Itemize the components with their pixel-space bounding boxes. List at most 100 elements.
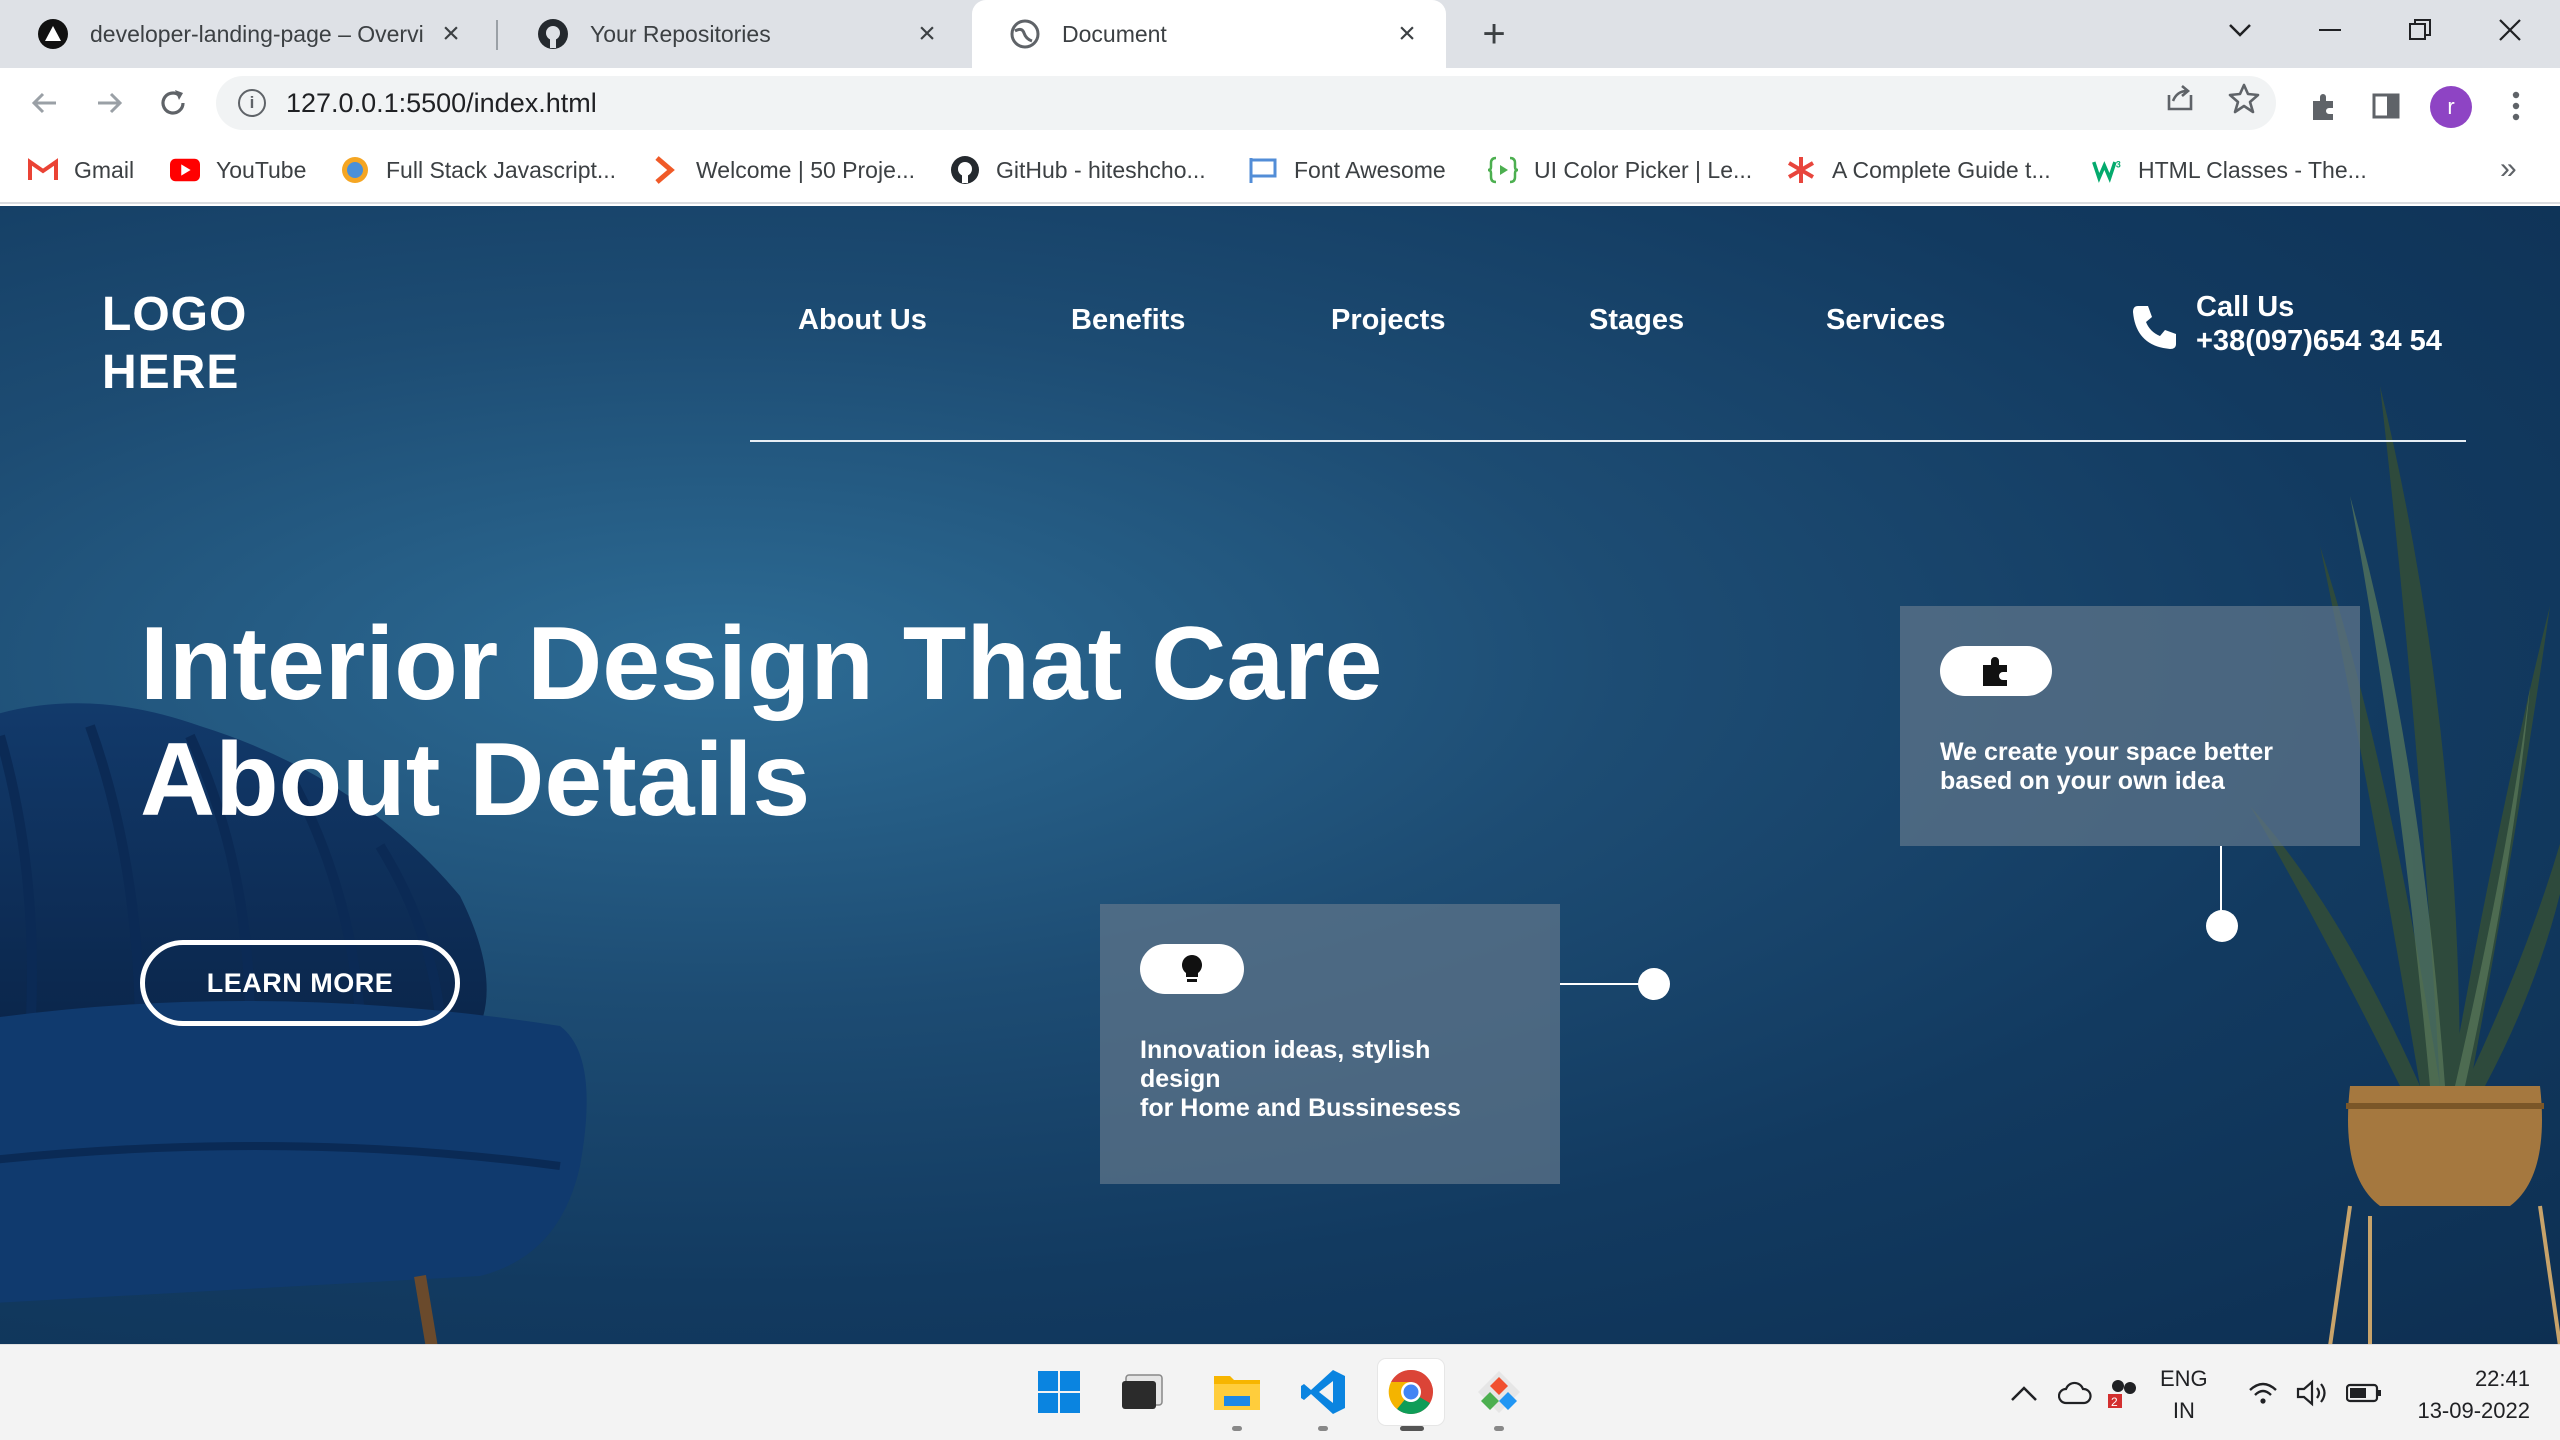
battery-icon[interactable] xyxy=(2346,1371,2382,1415)
call-us-block[interactable]: Call Us +38(097)654 34 54 xyxy=(2130,290,2442,358)
puzzle-icon-pill xyxy=(1940,646,2052,696)
bookmark-html-classes[interactable]: 3 HTML Classes - The... xyxy=(2092,150,2367,190)
site-info-icon[interactable]: i xyxy=(238,89,266,117)
share-icon[interactable] xyxy=(2162,80,2198,116)
hero-title: Interior Design That Care About Details xyxy=(140,606,1540,838)
logo-line-2: HERE xyxy=(102,346,240,399)
running-indicator xyxy=(1494,1426,1504,1431)
github-icon xyxy=(536,17,570,51)
bookmark-youtube[interactable]: YouTube xyxy=(170,150,306,190)
page-viewport: LOGO HERE About Us Benefits Projects Sta… xyxy=(0,206,2560,1344)
profile-avatar[interactable]: r xyxy=(2430,86,2472,128)
onedrive-icon[interactable] xyxy=(2058,1371,2092,1415)
bookmark-label: A Complete Guide t... xyxy=(1832,156,2051,183)
windows-taskbar: 2 ENG IN 22:41 13-09-2022 xyxy=(0,1344,2560,1440)
tab-developer-landing-page[interactable]: developer-landing-page – Overvi × xyxy=(0,0,490,68)
vscode-icon[interactable] xyxy=(1290,1359,1356,1431)
tab-title: developer-landing-page – Overvi xyxy=(90,20,424,47)
card-text-line: Innovation ideas, stylish xyxy=(1140,1036,1431,1064)
bookmark-complete-guide[interactable]: A Complete Guide t... xyxy=(1786,150,2051,190)
volume-icon[interactable] xyxy=(2296,1371,2332,1415)
card-text-line: design xyxy=(1140,1065,1221,1093)
nav-stages[interactable]: Stages xyxy=(1589,304,1684,337)
puzzle-icon xyxy=(1983,657,2007,686)
tab-strip: developer-landing-page – Overvi × Your R… xyxy=(0,0,2560,68)
bookmark-label: Gmail xyxy=(74,156,135,183)
chrome-icon[interactable] xyxy=(1378,1359,1444,1431)
site-logo[interactable]: LOGO HERE xyxy=(102,286,247,402)
nav-projects[interactable]: Projects xyxy=(1331,304,1445,337)
space-card-text: We create your space better based on you… xyxy=(1940,738,2273,796)
minimize-window-icon[interactable] xyxy=(2295,0,2365,60)
system-clock[interactable]: 22:41 13-09-2022 xyxy=(2417,1363,2530,1427)
close-window-icon[interactable] xyxy=(2475,0,2545,60)
course-icon xyxy=(340,155,370,185)
lightbulb-icon xyxy=(1182,955,1202,982)
git-icon[interactable] xyxy=(1466,1359,1532,1431)
file-explorer-icon[interactable] xyxy=(1204,1359,1270,1431)
globe-icon xyxy=(1008,17,1042,51)
youtube-icon xyxy=(170,155,200,185)
tab-search-icon[interactable] xyxy=(2205,0,2275,60)
nav-services[interactable]: Services xyxy=(1826,304,1945,337)
phone-icon xyxy=(2133,306,2176,349)
learn-more-button[interactable]: LEARN MORE xyxy=(140,940,460,1026)
github-icon xyxy=(950,155,980,185)
bookmark-full-stack-javascript[interactable]: Full Stack Javascript... xyxy=(340,150,616,190)
wifi-icon[interactable] xyxy=(2248,1371,2278,1415)
app-notification-icon[interactable]: 2 xyxy=(2106,1371,2140,1415)
forward-icon[interactable] xyxy=(88,82,130,124)
tab-separator xyxy=(496,20,498,50)
nav-about-us[interactable]: About Us xyxy=(798,304,927,337)
bookmark-ui-color-picker[interactable]: UI Color Picker | Le... xyxy=(1488,150,1752,190)
running-indicator xyxy=(1318,1426,1328,1431)
innovation-card: Innovation ideas, stylish design for Hom… xyxy=(1100,904,1560,1184)
browser-toolbar: i 127.0.0.1:5500/index.html r xyxy=(0,68,2560,138)
hotspot-dot[interactable] xyxy=(1638,968,1670,1000)
call-us-number: +38(097)654 34 54 xyxy=(2196,325,2442,357)
chevron-right-icon xyxy=(650,155,680,185)
close-tab-icon[interactable]: × xyxy=(912,17,942,50)
nav-benefits[interactable]: Benefits xyxy=(1071,304,1185,337)
bookmark-font-awesome[interactable]: Font Awesome xyxy=(1248,150,1446,190)
language-line-1: ENG xyxy=(2160,1366,2208,1391)
bookmark-50-projects[interactable]: Welcome | 50 Proje... xyxy=(650,150,915,190)
close-tab-icon[interactable]: × xyxy=(1392,17,1422,50)
more-bookmarks-icon[interactable]: » xyxy=(2500,152,2517,186)
flag-icon xyxy=(1248,155,1278,185)
new-tab-button[interactable]: + xyxy=(1472,12,1516,56)
restore-window-icon[interactable] xyxy=(2385,0,2455,60)
bookmark-label: HTML Classes - The... xyxy=(2138,156,2367,183)
terminal-icon[interactable] xyxy=(1110,1359,1176,1425)
call-us-label: Call Us xyxy=(2196,291,2295,323)
url-text: 127.0.0.1:5500/index.html xyxy=(286,87,597,118)
bookmark-gmail[interactable]: Gmail xyxy=(28,150,134,190)
side-panel-icon[interactable] xyxy=(2368,88,2404,124)
reload-icon[interactable] xyxy=(152,82,194,124)
language-indicator[interactable]: ENG IN xyxy=(2160,1363,2208,1427)
logo-line-1: LOGO xyxy=(102,288,248,341)
bookmark-label: Welcome | 50 Proje... xyxy=(696,156,916,183)
svg-text:2: 2 xyxy=(2111,1395,2118,1409)
card-text-line: based on your own idea xyxy=(1940,767,2225,795)
chrome-menu-icon[interactable] xyxy=(2498,88,2534,124)
w3schools-icon: 3 xyxy=(2092,155,2122,185)
plant-image xyxy=(2250,386,2560,1344)
tab-title: Your Repositories xyxy=(590,20,771,47)
back-icon[interactable] xyxy=(24,82,66,124)
tab-your-repositories[interactable]: Your Repositories × xyxy=(500,0,966,68)
address-bar[interactable]: i 127.0.0.1:5500/index.html xyxy=(216,76,2276,130)
hero-title-line-2: About Details xyxy=(140,722,811,838)
bookmark-github-hiteshchoudhary[interactable]: GitHub - hiteshcho... xyxy=(950,150,1206,190)
hotspot-dot[interactable] xyxy=(2206,910,2238,942)
bookmark-label: UI Color Picker | Le... xyxy=(1534,156,1753,183)
tab-title: Document xyxy=(1062,20,1167,47)
tab-document[interactable]: Document × xyxy=(972,0,1446,68)
language-line-2: IN xyxy=(2172,1398,2195,1423)
show-hidden-icons[interactable] xyxy=(2010,1371,2038,1415)
close-tab-icon[interactable]: × xyxy=(436,17,466,50)
extensions-icon[interactable] xyxy=(2306,88,2342,124)
bookmark-label: GitHub - hiteshcho... xyxy=(996,156,1206,183)
windows-start-icon[interactable] xyxy=(1026,1359,1092,1425)
bookmark-star-icon[interactable] xyxy=(2226,80,2262,116)
